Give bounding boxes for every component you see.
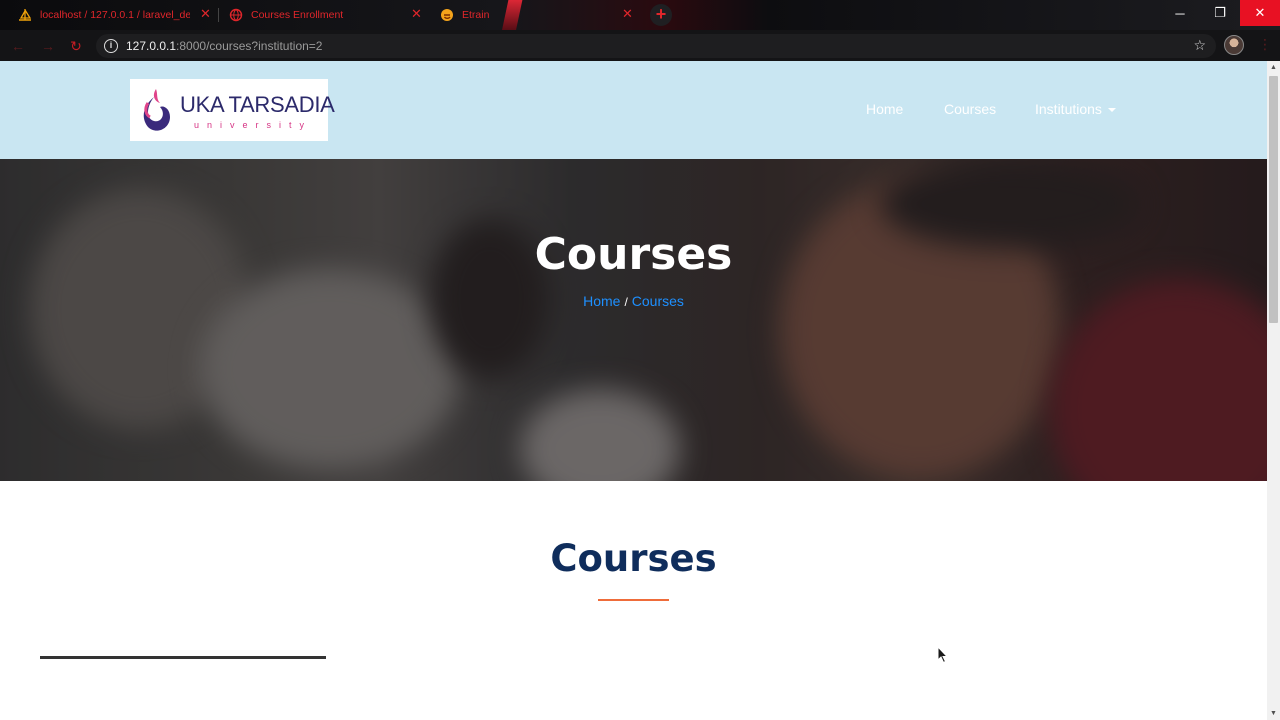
page-scrollbar[interactable]: ▲ ▼	[1267, 61, 1280, 720]
url-path: :8000/courses?institution=2	[176, 39, 323, 53]
section-heading: Courses	[550, 537, 717, 580]
breadcrumb: Home / Courses	[0, 293, 1267, 309]
profile-avatar[interactable]	[1224, 35, 1244, 55]
forward-button[interactable]: →	[38, 36, 58, 56]
page-viewport: UKA TARSADIA university Home Courses Ins…	[0, 61, 1267, 720]
tab-title: Etrain	[462, 9, 490, 21]
arrow-right-icon: →	[41, 38, 55, 54]
nav-home[interactable]: Home	[866, 101, 903, 117]
scroll-down-icon[interactable]: ▼	[1270, 710, 1277, 717]
browser-toolbar: ← → ↻ i 127.0.0.1:8000/courses?instituti…	[0, 30, 1280, 61]
close-tab-icon[interactable]: ✕	[200, 7, 211, 21]
breadcrumb-home-link[interactable]: Home	[583, 293, 620, 309]
new-tab-button[interactable]: +	[650, 4, 672, 26]
tab-etrain[interactable]: Etrain ✕	[422, 0, 633, 30]
breadcrumb-current[interactable]: Courses	[632, 293, 684, 309]
hero-banner: Courses Home / Courses	[0, 159, 1267, 481]
minimize-icon: ─	[1175, 5, 1185, 21]
more-menu-icon[interactable]: ⋮	[1258, 36, 1272, 53]
nav-institutions-label: Institutions	[1035, 101, 1102, 117]
caret-down-icon	[1107, 108, 1116, 113]
scroll-up-icon[interactable]: ▲	[1270, 64, 1277, 71]
back-button[interactable]: ←	[8, 36, 28, 56]
page-bottom-edge	[40, 656, 326, 659]
nav-courses[interactable]: Courses	[944, 101, 996, 117]
nav-institutions-dropdown[interactable]: Institutions	[1035, 101, 1116, 117]
mouse-cursor-icon	[937, 646, 949, 664]
logo-name: UKA TARSADIA	[180, 92, 335, 117]
url-host: 127.0.0.1	[126, 39, 177, 53]
close-icon: ✕	[1254, 5, 1266, 20]
etrain-favicon-icon	[440, 8, 454, 22]
site-info-icon[interactable]: i	[104, 39, 118, 53]
maximize-icon: ❐	[1214, 5, 1226, 20]
reload-button[interactable]: ↻	[66, 36, 86, 56]
hero-title: Courses	[534, 229, 733, 280]
url-text[interactable]: 127.0.0.1:8000/courses?institution=2	[126, 39, 322, 53]
reload-icon: ↻	[70, 38, 82, 54]
tab-title: Courses Enrollment	[251, 9, 344, 21]
tab-courses-enrollment[interactable]: Courses Enrollment ✕	[211, 0, 422, 30]
breadcrumb-separator: /	[624, 295, 628, 309]
close-window-button[interactable]: ✕	[1240, 0, 1280, 26]
address-bar[interactable]: i 127.0.0.1:8000/courses?institution=2 ☆	[96, 34, 1216, 58]
close-tab-icon[interactable]: ✕	[411, 7, 422, 21]
logo-flame-icon	[143, 89, 170, 131]
maximize-button[interactable]: ❐	[1200, 0, 1240, 26]
tab-title: localhost / 127.0.0.1 / laravel_demo	[40, 9, 190, 21]
close-tab-icon[interactable]: ✕	[622, 7, 633, 21]
minimize-button[interactable]: ─	[1160, 0, 1200, 26]
tab-phpmyadmin[interactable]: localhost / 127.0.0.1 / laravel_demo ✕	[0, 0, 211, 30]
site-logo[interactable]: UKA TARSADIA university	[130, 79, 335, 141]
logo-subtitle: university	[194, 120, 313, 130]
globe-icon	[229, 8, 243, 22]
browser-tab-strip: localhost / 127.0.0.1 / laravel_demo ✕ C…	[0, 0, 1280, 32]
scrollbar-thumb[interactable]	[1269, 76, 1278, 323]
site-header: UKA TARSADIA university Home Courses Ins…	[0, 61, 1267, 159]
arrow-left-icon: ←	[11, 38, 25, 54]
phpmyadmin-sail-icon	[18, 8, 32, 22]
bookmark-star-icon[interactable]: ☆	[1193, 37, 1206, 54]
hero-overlay	[0, 159, 1267, 481]
section-heading-underline	[598, 599, 669, 601]
